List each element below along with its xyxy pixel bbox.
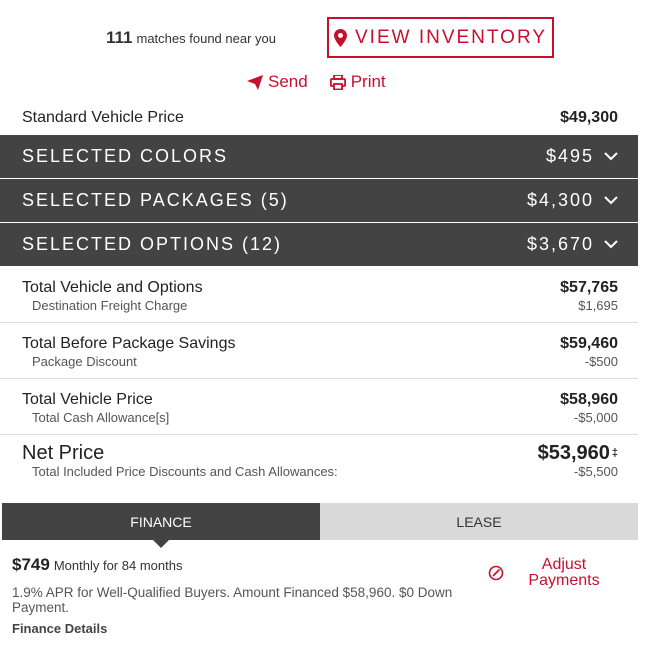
total-value: $58,960	[560, 391, 618, 408]
print-icon	[329, 74, 346, 90]
net-price-label: Net Price	[22, 442, 105, 464]
total-label: Total Before Package Savings	[22, 335, 236, 352]
net-sub-label: Total Included Price Discounts and Cash …	[32, 464, 338, 479]
view-inventory-button[interactable]: VIEW INVENTORY	[327, 17, 554, 58]
sub-label: Package Discount	[32, 354, 137, 369]
section-packages-value: $4,300	[526, 190, 594, 210]
match-summary: 111 matches found near you	[106, 28, 276, 48]
share-actions: Send Print	[247, 72, 386, 92]
total-label: Total Vehicle and Options	[22, 279, 203, 296]
print-link[interactable]: Print	[329, 72, 386, 92]
finance-panel: $749 Monthly for 84 months 1.9% APR for W…	[12, 555, 482, 636]
total-label: Total Vehicle Price	[22, 391, 153, 408]
adjust-payments-button[interactable]: Adjust Payments	[488, 557, 628, 589]
adjust-payments-label: Adjust Payments	[528, 556, 600, 589]
tab-finance[interactable]: FINANCE	[2, 503, 320, 548]
view-inventory-label: VIEW INVENTORY	[355, 26, 547, 48]
total-before-savings: Total Before Package Savings $59,460 Pac…	[0, 323, 638, 379]
map-marker-icon	[334, 28, 347, 47]
standard-price-row: Standard Vehicle Price $49,300	[0, 101, 638, 135]
send-label: Send	[268, 72, 308, 91]
sub-value: $1,695	[578, 298, 618, 313]
header: 111 matches found near you VIEW INVENTORY	[0, 0, 640, 70]
total-vehicle-options: Total Vehicle and Options $57,765 Destin…	[0, 267, 638, 323]
match-text: matches found near you	[136, 31, 276, 46]
sub-label: Destination Freight Charge	[32, 298, 188, 313]
chevron-down-icon	[604, 240, 618, 249]
section-options-label: SELECTED OPTIONS (12)	[22, 234, 283, 254]
standard-price-value: $49,300	[560, 109, 618, 126]
section-colors[interactable]: SELECTED COLORS $495	[0, 135, 638, 179]
section-colors-value: $495	[545, 146, 594, 166]
net-price-footnote-marker: ‡	[611, 447, 618, 459]
section-options-value: $3,670	[526, 234, 594, 254]
price-summary: Standard Vehicle Price $49,300 SELECTED …	[0, 101, 638, 488]
finance-terms: 1.9% APR for Well-Qualified Buyers. Amou…	[12, 585, 453, 615]
section-colors-label: SELECTED COLORS	[22, 146, 229, 166]
adjust-icon	[488, 565, 504, 581]
chevron-down-icon	[604, 196, 618, 205]
payment-tabs: FINANCE LEASE	[2, 503, 638, 548]
payment-period: Monthly for 84 months	[53, 558, 183, 573]
section-options[interactable]: SELECTED OPTIONS (12) $3,670	[0, 223, 638, 267]
finance-details-link[interactable]: Finance Details	[12, 621, 482, 636]
sub-value: -$5,000	[573, 410, 618, 425]
net-sub-value: -$5,500	[573, 464, 618, 479]
net-price-value: $53,960 ‡	[537, 442, 618, 464]
total-value: $57,765	[560, 279, 618, 296]
tab-lease[interactable]: LEASE	[320, 503, 638, 540]
section-packages[interactable]: SELECTED PACKAGES (5) $4,300	[0, 179, 638, 223]
match-count: 111	[106, 28, 133, 47]
total-value: $59,460	[560, 335, 618, 352]
sub-label: Total Cash Allowance[s]	[32, 410, 170, 425]
section-packages-label: SELECTED PACKAGES (5)	[22, 190, 289, 210]
print-label: Print	[350, 72, 386, 91]
send-icon	[247, 74, 263, 90]
net-price-amount: $53,960	[537, 442, 610, 464]
sub-value: -$500	[584, 354, 618, 369]
monthly-payment: $749 Monthly for 84 months	[12, 555, 482, 575]
standard-price-label: Standard Vehicle Price	[22, 109, 184, 126]
payment-amount: $749	[12, 555, 50, 574]
chevron-down-icon	[604, 152, 618, 161]
send-link[interactable]: Send	[247, 72, 308, 92]
total-vehicle-price: Total Vehicle Price $58,960 Total Cash A…	[0, 379, 638, 435]
net-price: Net Price $53,960 ‡ Total Included Price …	[0, 435, 638, 488]
